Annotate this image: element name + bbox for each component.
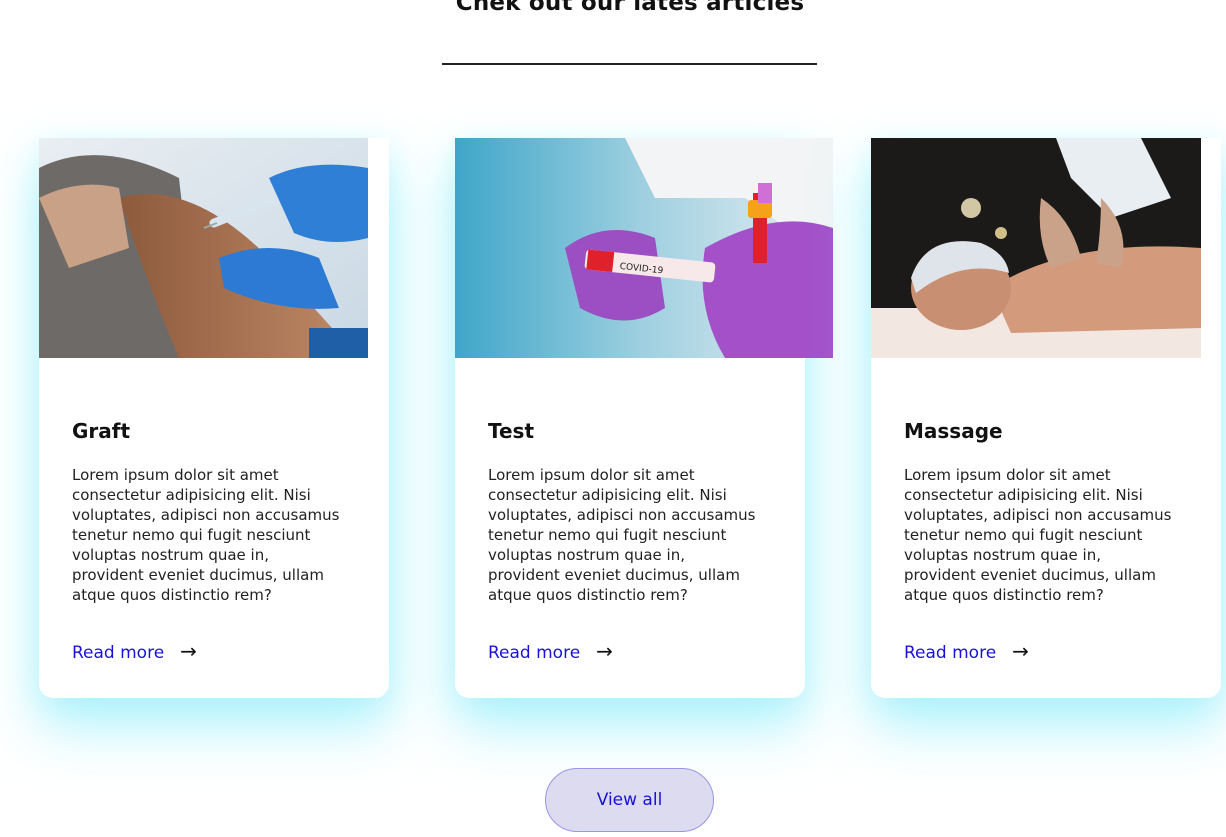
card-excerpt: Lorem ipsum dolor sit amet consectetur a… (72, 466, 340, 604)
arrow-right-icon: → (180, 639, 197, 663)
massage-photo (871, 138, 1201, 358)
arrow-right-icon: → (1012, 639, 1029, 663)
read-more-label: Read more (72, 643, 165, 663)
card-title: Massage (904, 419, 1003, 443)
vaccination-photo (39, 138, 368, 358)
card-title: Test (488, 419, 535, 443)
read-more-label: Read more (488, 643, 581, 663)
read-more-link[interactable]: Read more → (904, 639, 1029, 663)
read-more-link[interactable]: Read more → (488, 639, 613, 663)
section-title: Chek out our lates articles (455, 0, 805, 16)
title-divider (442, 63, 817, 65)
arrow-right-icon: → (596, 639, 613, 663)
read-more-link[interactable]: Read more → (72, 639, 197, 663)
covid-test-tube-photo: COVID-19 (455, 138, 833, 358)
article-card-test: COVID-19 Test Lorem ipsum dolor sit amet… (455, 138, 833, 698)
card-excerpt: Lorem ipsum dolor sit amet consectetur a… (488, 466, 756, 604)
card-title: Graft (72, 419, 131, 443)
view-all-label: View all (596, 790, 663, 810)
article-card-massage: Massage Lorem ipsum dolor sit amet conse… (871, 138, 1221, 698)
read-more-label: Read more (904, 643, 997, 663)
article-card-graft: Graft Lorem ipsum dolor sit amet consect… (39, 138, 389, 698)
card-excerpt: Lorem ipsum dolor sit amet consectetur a… (904, 466, 1172, 604)
view-all-button[interactable]: View all (545, 768, 714, 832)
